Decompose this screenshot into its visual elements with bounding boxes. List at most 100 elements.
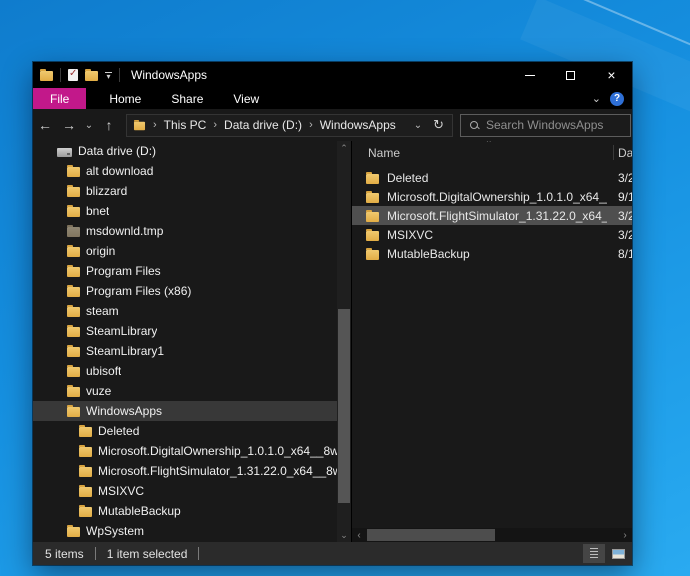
sort-ascending-icon: ⌃ [485,141,493,149]
file-row[interactable]: MutableBackup8/1 [352,244,632,263]
folder-icon [67,287,80,297]
breadcrumb-separator: › [213,119,217,131]
folder-icon [366,174,379,184]
tree-item[interactable]: WpSystem [33,521,351,541]
column-divider[interactable] [613,145,614,160]
tree-item[interactable]: blizzard [33,181,351,201]
file-row-selected[interactable]: Microsoft.FlightSimulator_1.31.22.0_x64_… [352,206,632,225]
thumbnails-view-button[interactable] [607,544,629,563]
selection-count: 1 item selected [107,547,188,561]
tree-item[interactable]: Program Files [33,261,351,281]
scroll-right-icon[interactable]: › [618,528,632,542]
drive-icon [57,148,72,157]
ribbon-collapse-icon[interactable]: ⌄ [592,92,601,105]
folder-icon [67,387,80,397]
tree-item[interactable]: SteamLibrary [33,321,351,341]
tab-view[interactable]: View [218,88,274,109]
folder-icon [67,167,80,177]
folder-icon [366,212,379,222]
app-folder-icon [40,71,53,81]
maximize-button[interactable] [550,62,591,88]
tree-item-data-drive[interactable]: Data drive (D:) [33,141,351,161]
thumbnails-view-icon [612,549,625,559]
files-horizontal-scrollbar[interactable]: ‹ › [352,528,632,542]
breadcrumb-this-pc[interactable]: This PC [164,118,207,132]
tree-item[interactable]: steam [33,301,351,321]
tab-share[interactable]: Share [156,88,218,109]
customize-quick-access-icon[interactable]: ▾ [105,72,112,79]
ribbon-tabs: File Home Share View ⌄ ? [33,88,632,109]
file-list-pane: Name ⌃ Da Deleted3/2 Microsoft.DigitalOw… [352,141,632,542]
navigation-tree-pane: Data drive (D:) alt download blizzard bn… [33,141,352,542]
titlebar-divider [60,68,61,82]
folder-icon [67,347,80,357]
tree-item[interactable]: ubisoft [33,361,351,381]
tree-scrollbar[interactable]: ⌃ ⌄ [337,141,351,542]
tree-item[interactable]: alt download [33,161,351,181]
folder-icon [67,247,80,257]
back-button[interactable]: ← [33,117,57,133]
file-row[interactable]: MSIXVC3/2 [352,225,632,244]
items-count: 5 items [45,547,84,561]
scroll-up-icon[interactable]: ⌃ [337,141,351,155]
tree-item[interactable]: origin [33,241,351,261]
tab-home[interactable]: Home [94,88,156,109]
folder-icon [67,327,80,337]
minimize-button[interactable] [509,62,550,88]
scroll-down-icon[interactable]: ⌄ [337,528,351,542]
window-title: WindowsApps [131,68,207,82]
folder-icon [366,250,379,260]
search-placeholder: Search WindowsApps [486,118,603,132]
search-icon [470,121,478,129]
search-box[interactable]: Search WindowsApps [460,114,631,137]
folder-icon [67,267,80,277]
status-divider [95,547,96,560]
tree-item[interactable]: MSIXVC [33,481,351,501]
column-header-name[interactable]: Name [352,146,400,160]
tree-item[interactable]: Microsoft.FlightSimulator_1.31.22.0_x64_… [33,461,351,481]
details-view-button[interactable] [583,544,605,563]
new-folder-icon[interactable] [85,71,98,81]
folder-icon [79,427,92,437]
tree-item[interactable]: vuze [33,381,351,401]
file-row[interactable]: Microsoft.DigitalOwnership_1.0.1.0_x64__… [352,187,632,206]
status-divider [198,547,199,560]
forward-button[interactable]: → [57,117,81,133]
titlebar-divider [119,68,120,82]
up-button[interactable]: ↑ [97,117,121,133]
address-bar[interactable]: › This PC › Data drive (D:) › WindowsApp… [126,114,453,137]
column-header-date[interactable]: Da [618,146,632,160]
tree-item[interactable]: Program Files (x86) [33,281,351,301]
tab-file[interactable]: File [33,88,86,109]
breadcrumb-data-drive[interactable]: Data drive (D:) [224,118,302,132]
recent-locations-icon[interactable]: ⌄ [81,120,97,131]
tree-item[interactable]: bnet [33,201,351,221]
tree-item[interactable]: SteamLibrary1 [33,341,351,361]
folder-icon [67,407,80,417]
address-dropdown-icon[interactable]: ⌄ [405,120,431,131]
scroll-left-icon[interactable]: ‹ [352,528,366,542]
tree-scrollbar-thumb[interactable] [338,309,350,503]
properties-icon[interactable] [68,69,78,81]
navigation-bar: ← → ⌄ ↑ › This PC › Data drive (D:) › Wi… [33,109,632,141]
tree-item[interactable]: msdownld.tmp [33,221,351,241]
column-headers: Name ⌃ Da [352,141,632,164]
hidden-folder-icon [67,227,80,237]
folder-icon [67,187,80,197]
folder-icon [67,527,80,537]
address-folder-icon [134,122,145,131]
folder-icon [79,467,92,477]
close-button[interactable]: × [591,62,632,88]
titlebar[interactable]: ▾ WindowsApps × [33,62,632,88]
tree-item[interactable]: Microsoft.DigitalOwnership_1.0.1.0_x64__… [33,441,351,461]
details-view-icon [590,548,598,559]
tree-item[interactable]: MutableBackup [33,501,351,521]
file-row[interactable]: Deleted3/2 [352,168,632,187]
refresh-icon[interactable]: ↻ [431,117,452,133]
tree-item-windowsapps-selected[interactable]: WindowsApps [33,401,351,421]
breadcrumb-windowsapps[interactable]: WindowsApps [320,118,396,132]
main-content: Data drive (D:) alt download blizzard bn… [33,141,632,542]
help-icon[interactable]: ? [610,92,624,106]
tree-item[interactable]: Deleted [33,421,351,441]
files-scrollbar-thumb[interactable] [367,529,495,541]
